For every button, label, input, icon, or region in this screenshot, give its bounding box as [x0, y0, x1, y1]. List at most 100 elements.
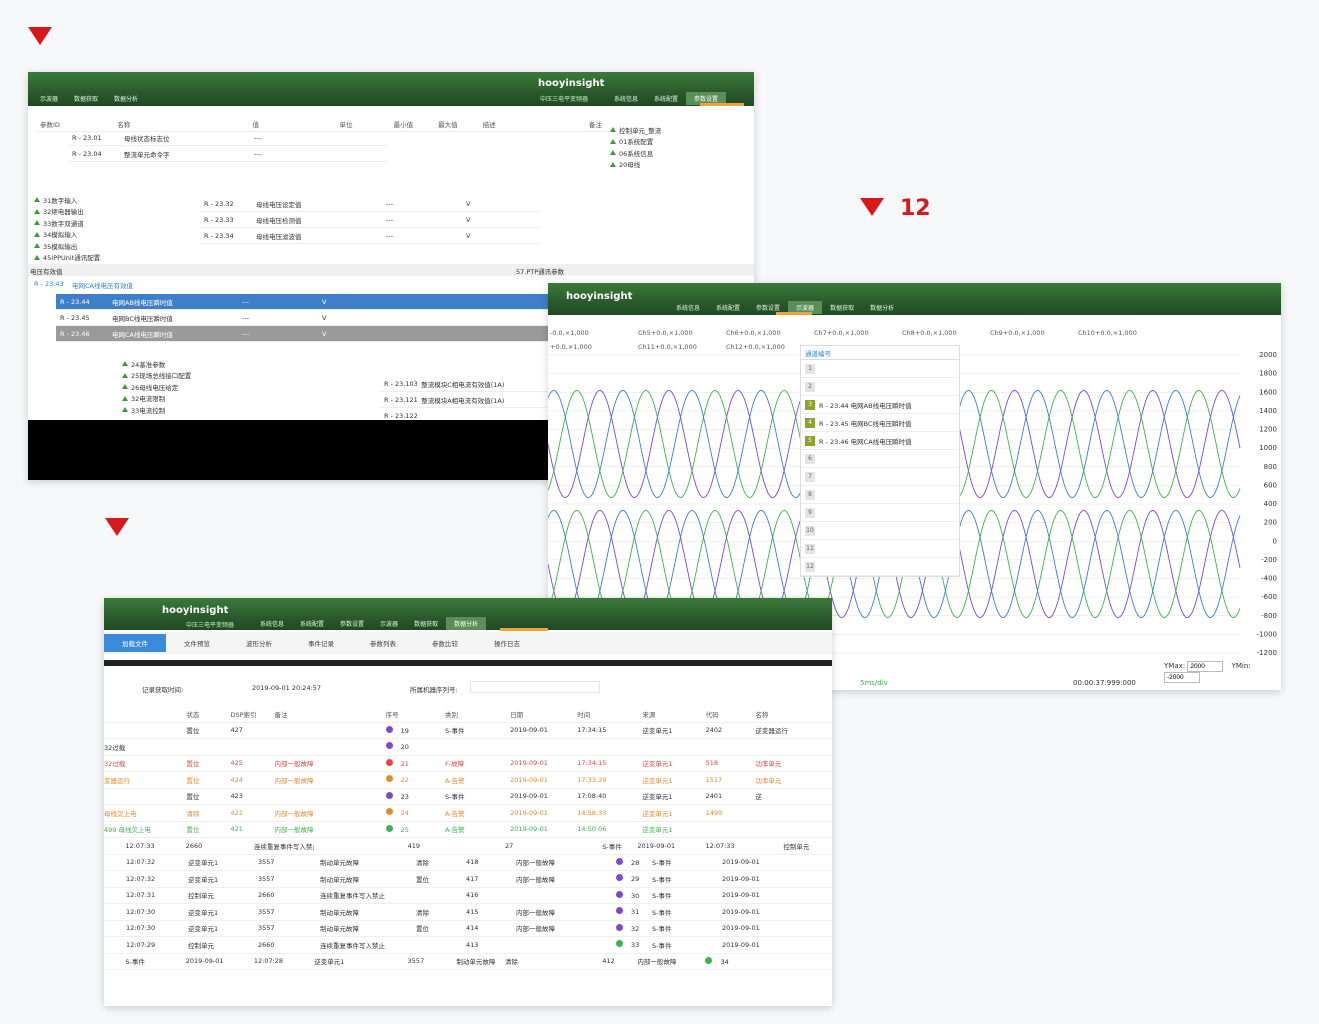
nav-tab-w2-5[interactable]: 数据分析 [862, 301, 902, 314]
channel-list-item[interactable]: 9 [801, 504, 959, 522]
nav-tab-w1a-1[interactable]: 数据获取 [66, 92, 106, 105]
event-row[interactable]: 499 母线欠上电 置位 421 内部一般故障 25 A-告警 2019-09-01 14:5… [104, 822, 832, 838]
parameter-row[interactable]: R - 23.04 整流单元命令字 --- [68, 146, 388, 162]
nav-tab-w3-3[interactable]: 示波器 [372, 617, 406, 630]
tree-node[interactable]: 26母线电压给定 [122, 381, 191, 393]
nav-tab-w1b-1[interactable]: 系统配置 [646, 92, 686, 105]
event-src: 逆变单元1 [642, 809, 673, 818]
tree-node[interactable]: 35模拟输出 [34, 240, 100, 252]
event-cell: 416 [466, 891, 479, 900]
event-row[interactable]: 32过载 20 [104, 739, 832, 756]
channel-list-item[interactable]: 7 [801, 468, 959, 486]
event-cell: 2660 [258, 891, 275, 900]
tree-node[interactable]: 24基准参数 [122, 358, 191, 370]
subtab-6[interactable]: 操作日志 [476, 638, 538, 648]
subtab-0[interactable]: 加载文件 [104, 634, 166, 652]
event-row[interactable]: 12:07:31 控制单元 2660 连续重复事件写入禁止 416 30 S-事件 2019-… [104, 888, 832, 904]
param-name: 电网CA线电压瞬时值 [112, 330, 173, 339]
tree-node[interactable]: 32电流限制 [122, 393, 191, 405]
tree-node[interactable]: 33电流控制 [122, 404, 191, 416]
channel-number: 2 [805, 381, 815, 392]
ymax-input[interactable] [1187, 661, 1224, 672]
tree-node[interactable]: 25现场总线接口配置 [122, 370, 191, 382]
y-tick-label: 1200 [1259, 426, 1277, 434]
event-row[interactable]: 置位 423 23 S-事件 2019-09-01 17:08:40 逆变单元1 2401 逆 [104, 789, 832, 805]
channel-list-item[interactable]: 3 R - 23.44 电网AB线电压瞬时值 [801, 396, 959, 414]
event-cell: 32 [616, 923, 652, 933]
nav-tab-w2-0[interactable]: 系统信息 [668, 301, 708, 314]
event-row[interactable]: 32过载 置位 425 内部一般故障 21 F-故障 2019-09-01 17:34:15 逆… [104, 756, 832, 772]
event-row[interactable]: 12:07:29 控制单元 2660 连续重复事件写入禁止 413 33 S-事件 2019-… [104, 937, 832, 954]
nav-tab-w1a-2[interactable]: 数据分析 [106, 92, 146, 105]
event-status: 置位 [186, 760, 200, 769]
nav-tab-w3-4[interactable]: 数据获取 [406, 617, 446, 630]
channel-list-item[interactable]: 11 [801, 540, 959, 558]
nav-tab-w3-1[interactable]: 系统配置 [292, 617, 332, 630]
status-dot-icon [616, 857, 623, 865]
event-row[interactable]: 12:07:33 2660 连续重复事件写入禁止 419 27 S-事件 2019-09-0… [104, 838, 832, 855]
channel-select-list[interactable]: 通道编号 123R - 23.44 电网AB线电压瞬时值 4 R - 23.45 电… [800, 345, 960, 577]
nav-tab-w2-1[interactable]: 系统配置 [708, 301, 748, 314]
event-row[interactable]: 变器运行 置位 424 内部一般故障 22 A-告警 2019-09-01 17:33:29 逆… [104, 772, 832, 789]
tree-node[interactable]: 20母线 [610, 159, 661, 171]
param-name: 整流模块A相电流有效值(1A) [421, 396, 505, 405]
parameter-row[interactable]: R - 23.34 母线电压滤波值 --- V [200, 228, 540, 244]
tree-node[interactable]: 31数字输入 [34, 194, 100, 206]
nav-tab-w3-2[interactable]: 参数设置 [332, 617, 372, 630]
serial-input[interactable] [470, 681, 600, 693]
event-cell: 3557 [258, 924, 275, 933]
channel-list-item[interactable]: 5 R - 23.46 电网CA线电压瞬时值 [801, 432, 959, 450]
tree-node[interactable]: 32继电器输出 [34, 206, 100, 218]
event-row[interactable]: 12:07:32 逆变单元1 3557 制动单元故障 清除 418 内部一般故障 28 S-事件… [104, 855, 832, 871]
tree-node[interactable]: 34模拟输入 [34, 229, 100, 241]
event-row[interactable]: 12:07:30 逆变单元1 3557 制动单元故障 清除 415 内部一般故障 31 S-事件… [104, 904, 832, 921]
tree-node-label: 控制单元_整流 [619, 126, 662, 135]
ymin-input[interactable] [1164, 672, 1200, 683]
event-cell: 31 [616, 907, 652, 916]
channel-number: 3 [805, 399, 815, 410]
tree-node[interactable]: 06系统信息 [610, 147, 661, 159]
nav-tab-w3-5[interactable]: 数据分析 [446, 617, 487, 630]
parameter-row[interactable]: R - 23.44 电网AB线电压瞬时值 --- V [56, 294, 556, 310]
parameter-row[interactable]: R - 23.01 母线状态标志位 --- [68, 130, 388, 146]
subtab-3[interactable]: 事件记录 [290, 638, 352, 648]
channel-list-item[interactable]: 10 [801, 522, 959, 540]
event-row[interactable]: 母线欠上电 清除 422 内部一般故障 24 A-告警 2019-09-01 14:58:33… [104, 805, 832, 822]
event-cell: 逆变单元1 [188, 908, 219, 917]
subtab-5[interactable]: 参数比较 [414, 638, 476, 648]
event-row[interactable]: 12:07:30 逆变单元1 3557 制动单元故障 置位 414 内部一般故障 32 S-事件… [104, 921, 832, 937]
event-row[interactable]: S-事件 2019-09-01 12:07:28 逆变单元1 3557 制动单元故障 清除 4… [104, 954, 832, 970]
nav-tab-w1a-0[interactable]: 示波器 [32, 92, 66, 105]
event-row[interactable]: 12:07:32 逆变单元1 3557 制动单元故障 置位 417 内部一般故障 29 S-事件… [104, 871, 832, 888]
channel-list-item[interactable]: 1 [801, 360, 959, 378]
param-name: 母线电压检测值 [256, 216, 302, 225]
channel-list-item[interactable]: 6 [801, 450, 959, 468]
tree-node[interactable]: 45IPPUnit通讯配置 [34, 252, 100, 264]
tree-node-icon [34, 208, 40, 214]
y-tick-label: 2000 [1259, 351, 1277, 359]
channel-list-item[interactable]: 2 [801, 378, 959, 396]
tree-node[interactable]: 控制单元_整流 [610, 124, 661, 136]
channel-list-item[interactable]: 8 [801, 486, 959, 504]
channel-list-item[interactable]: 4 R - 23.45 电网BC线电压瞬时值 [801, 414, 959, 432]
event-cell: S-事件 [125, 958, 145, 967]
event-cell: 置位 [416, 875, 429, 884]
parameter-row[interactable]: R - 23.32 母线电压设定值 --- V [200, 196, 540, 212]
tree-node[interactable]: 01系统配置 [610, 136, 661, 148]
nav-tab-w1b-0[interactable]: 系统信息 [606, 92, 646, 105]
parameter-row[interactable]: R - 23.33 母线电压检测值 --- V [200, 212, 540, 228]
channel-label: Ch9+0.0,×1,000 [990, 329, 1045, 337]
subtab-1[interactable]: 文件预览 [166, 638, 228, 648]
subtab-2[interactable]: 波形分析 [228, 638, 290, 648]
subtab-4[interactable]: 参数列表 [352, 638, 414, 648]
tree-node-icon [34, 220, 40, 226]
parameter-row[interactable]: R - 23.46 电网CA线电压瞬时值 --- V [56, 326, 556, 342]
event-row[interactable]: 置位 427 19 S-事件 2019-09-01 17:34:15 逆变单元1 2402 逆变… [104, 723, 832, 739]
parameter-row[interactable]: R - 23.45 电网BC线电压瞬时值 --- V [56, 310, 556, 326]
channel-list-item[interactable]: 12 [801, 558, 959, 576]
nav-tab-w3-0[interactable]: 系统信息 [252, 617, 292, 630]
tree-node-label: 20母线 [619, 161, 641, 170]
channel-number: 10 [805, 525, 815, 536]
tree-node[interactable]: 33数字双通道 [34, 217, 100, 229]
nav-tab-w2-4[interactable]: 数据获取 [822, 301, 862, 314]
